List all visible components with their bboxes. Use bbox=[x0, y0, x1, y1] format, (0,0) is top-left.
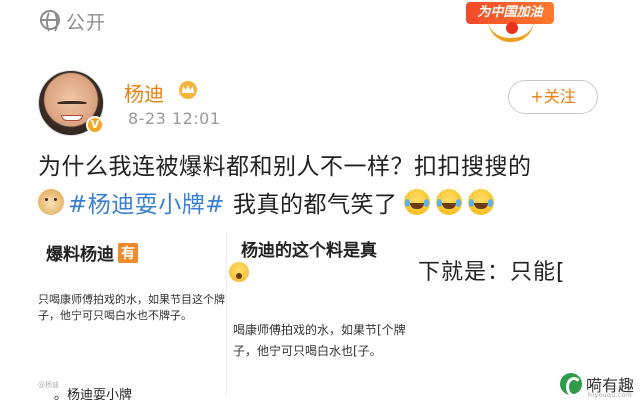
visibility-label: 公开 bbox=[66, 12, 107, 34]
post-text-line1: 为什么我连被爆料都和别人不一样？扣扣搜搜的 bbox=[38, 154, 532, 180]
watermark: 嗬有趣 hiyouqu.com bbox=[560, 372, 634, 399]
watermark-sub: hiyouqu.com bbox=[588, 392, 633, 399]
verified-badge-icon: V bbox=[86, 116, 104, 134]
image3-text: 下就是：只能[ bbox=[418, 260, 566, 285]
attached-image-1[interactable]: 爆料杨迪有 只喝康师傅拍戏的水，如果节目这个牌子，他宁可只喝白水也不牌子。 @杨… bbox=[36, 232, 232, 400]
image2-body: 喝康师傅拍戏的水，如果节[个牌子，他宁可只喝白水也[子。 bbox=[233, 323, 406, 358]
attached-image-2[interactable]: 杨迪的这个料是真 喝康师傅拍戏的水，如果节[个牌子，他宁可只喝白水也[子。 bbox=[226, 232, 420, 396]
watermark-logo-icon bbox=[560, 373, 582, 397]
post-timestamp: 8-23 12:01 bbox=[128, 109, 221, 128]
crown-icon bbox=[179, 81, 197, 99]
doge-emoji-icon bbox=[38, 189, 64, 215]
image2-title: 杨迪的这个料是真 bbox=[241, 241, 377, 261]
badge-dot bbox=[506, 22, 518, 34]
username[interactable]: 杨迪 bbox=[124, 78, 164, 107]
laugh-cry-emoji-icon bbox=[403, 189, 430, 215]
post-text-line2: #杨迪耍小牌# 我真的都气笑了 bbox=[38, 185, 494, 218]
hashtag-link[interactable]: #杨迪耍小牌# bbox=[68, 192, 225, 218]
laugh-cry-emoji-icon bbox=[435, 189, 462, 215]
attached-image-3[interactable]: 下就是：只能[ bbox=[414, 240, 640, 300]
laugh-cry-emoji-icon bbox=[467, 189, 494, 215]
follow-button[interactable]: +关注 bbox=[508, 80, 598, 114]
post-text-tail: 我真的都气笑了 bbox=[233, 192, 398, 218]
globe-icon bbox=[40, 10, 60, 34]
image1-body: 只喝康师傅拍戏的水，如果节目这个牌子，他宁可只喝白水也不牌子。 bbox=[38, 293, 225, 322]
surprised-emoji-icon bbox=[229, 262, 249, 282]
top-bar: 公开 为中国加油 bbox=[0, 0, 640, 44]
image1-title: 爆料杨迪有 bbox=[46, 240, 138, 265]
image1-tag: 有 bbox=[118, 243, 138, 263]
campaign-badge: 为中国加油 bbox=[464, 2, 556, 42]
image1-footer: 。杨迪耍小牌 bbox=[54, 388, 133, 400]
